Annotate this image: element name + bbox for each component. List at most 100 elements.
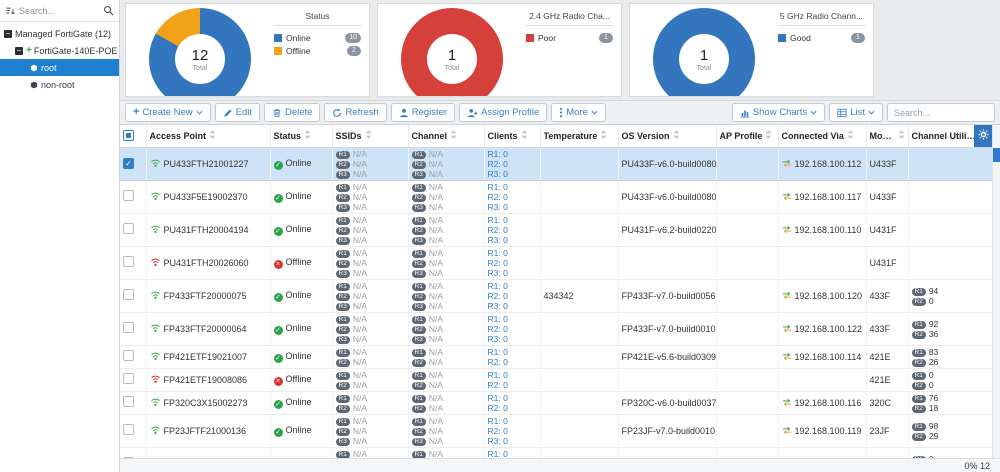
clients-link[interactable]: R2: 0	[488, 258, 508, 268]
row-checkbox[interactable]: ✓	[123, 158, 134, 169]
sidebar-item-root[interactable]: root	[0, 59, 119, 76]
select-all-header[interactable]	[120, 125, 146, 147]
clients-link[interactable]: R2: 0	[488, 192, 508, 202]
assign-profile-button[interactable]: Assign Profile	[459, 103, 547, 122]
ssid-cell: R1N/AR2N/AR3N/A	[332, 213, 408, 246]
delete-button[interactable]: Delete	[264, 103, 320, 122]
sidebar-item-fortigate-140e-poe-12[interactable]: −+FortiGate-140E-POE (12)	[0, 42, 119, 59]
row-checkbox[interactable]	[123, 256, 134, 267]
table-row[interactable]: FP433FTF20000064✓OnlineR1N/AR2N/AR3N/AR1…	[120, 312, 992, 345]
row-checkbox[interactable]	[123, 350, 134, 361]
table-row[interactable]: FP421ETF19008086×OfflineR1N/AR2N/AR1N/AR…	[120, 368, 992, 391]
clients-link[interactable]: R3: 0	[488, 334, 508, 344]
row-checkbox[interactable]	[123, 322, 134, 333]
clients-link[interactable]: R2: 0	[488, 426, 508, 436]
column-header-ssids[interactable]: SSIDs	[332, 125, 408, 147]
create-new-button[interactable]: +Create New	[125, 103, 211, 122]
clients-link[interactable]: R1: 0	[488, 149, 508, 159]
clients-link[interactable]: R2: 0	[488, 291, 508, 301]
table-search-input[interactable]	[887, 103, 995, 122]
clients-link[interactable]: R3: 0	[488, 202, 508, 212]
clients-link[interactable]: R2: 0	[488, 403, 508, 413]
clients-link[interactable]: R1: 0	[488, 393, 508, 403]
clients-link[interactable]: R1: 0	[488, 347, 508, 357]
legend-item-poor[interactable]: Poor1	[526, 31, 613, 44]
column-settings-button[interactable]	[974, 125, 992, 147]
clients-link[interactable]: R3: 0	[488, 169, 508, 179]
row-checkbox[interactable]	[123, 190, 134, 201]
column-header-status[interactable]: Status	[270, 125, 332, 147]
clients-link[interactable]: R3: 0	[488, 301, 508, 311]
clients-link[interactable]: R3: 0	[488, 235, 508, 245]
radio-badge: R2	[412, 428, 426, 436]
column-header-temperature[interactable]: Temperature	[540, 125, 618, 147]
table-row[interactable]: PU431FTH20004194✓OnlineR1N/AR2N/AR3N/AR1…	[120, 213, 992, 246]
column-header-access-point[interactable]: Access Point	[146, 125, 270, 147]
table-scrollbar[interactable]	[992, 125, 1000, 458]
search-icon[interactable]	[103, 5, 114, 16]
connected-via-cell: 192.168.100.111	[778, 447, 866, 458]
clients-link[interactable]: R1: 0	[488, 449, 508, 459]
clients-link[interactable]: R2: 0	[488, 380, 508, 390]
sidebar-item-managed-fortigate-12[interactable]: −Managed FortiGate (12)	[0, 25, 119, 42]
column-header-model[interactable]: Model	[866, 125, 908, 147]
clients-link[interactable]: R1: 0	[488, 182, 508, 192]
clients-link[interactable]: R1: 0	[488, 281, 508, 291]
channel-value: N/A	[429, 393, 443, 403]
table-row[interactable]: ✓PU433FTH21001227✓OnlineR1N/AR2N/AR3N/AR…	[120, 147, 992, 180]
clients-link[interactable]: R2: 0	[488, 324, 508, 334]
edit-icon	[223, 108, 233, 118]
collapse-icon[interactable]: −	[15, 47, 23, 55]
table-row[interactable]: FP433FTF20000075✓OnlineR1N/AR2N/AR3N/AR1…	[120, 279, 992, 312]
table-row[interactable]: FP421ETF19021007✓OnlineR1N/AR2N/AR1N/AR2…	[120, 345, 992, 368]
model-cell: U431F	[866, 213, 908, 246]
sort-icon[interactable]	[5, 6, 15, 16]
legend-item-good[interactable]: Good1	[778, 31, 865, 44]
clients-link[interactable]: R1: 0	[488, 314, 508, 324]
collapse-icon[interactable]: −	[4, 30, 12, 38]
refresh-button[interactable]: Refresh	[324, 103, 386, 122]
row-checkbox[interactable]	[123, 223, 134, 234]
row-checkbox[interactable]	[123, 373, 134, 384]
clients-link[interactable]: R1: 0	[488, 370, 508, 380]
row-checkbox[interactable]	[123, 396, 134, 407]
clients-link[interactable]: R1: 0	[488, 215, 508, 225]
column-header-channel[interactable]: Channel	[408, 125, 484, 147]
table-row[interactable]: PU433F5E19002370✓OnlineR1N/AR2N/AR3N/AR1…	[120, 180, 992, 213]
legend-swatch-icon	[274, 34, 282, 42]
clients-link[interactable]: R3: 0	[488, 268, 508, 278]
list-button[interactable]: List	[829, 103, 883, 122]
more-button[interactable]: More	[551, 103, 606, 122]
table-row[interactable]: FP23JFTF21000136✓OnlineR1N/AR2N/AR3N/AR1…	[120, 414, 992, 447]
select-all-checkbox[interactable]	[123, 130, 134, 141]
edit-button[interactable]: Edit	[215, 103, 260, 122]
table-row[interactable]: FP231ETF20012739✓OnlineR1N/AR2N/AR3N/AR1…	[120, 447, 992, 458]
clients-link[interactable]: R1: 0	[488, 416, 508, 426]
table-scrollbar-thumb[interactable]	[993, 148, 1000, 162]
show-charts-button[interactable]: Show Charts	[732, 103, 825, 122]
clients-link[interactable]: R1: 0	[488, 248, 508, 258]
column-header-clients[interactable]: Clients	[484, 125, 540, 147]
radio-badge: R1	[336, 184, 350, 192]
column-header-os-version[interactable]: OS Version	[618, 125, 716, 147]
register-button[interactable]: Register	[391, 103, 455, 122]
ssid-cell: R1N/AR2N/AR3N/A	[332, 414, 408, 447]
radio-badge: R1	[412, 395, 426, 403]
clients-link[interactable]: R2: 0	[488, 357, 508, 367]
column-header-ap-profile[interactable]: AP Profile	[716, 125, 778, 147]
row-checkbox[interactable]	[123, 289, 134, 300]
row-checkbox[interactable]	[123, 424, 134, 435]
clients-link[interactable]: R2: 0	[488, 159, 508, 169]
row-checkbox[interactable]	[123, 457, 134, 458]
clients-link[interactable]: R2: 0	[488, 225, 508, 235]
legend-item-online[interactable]: Online10	[274, 31, 361, 44]
table-row[interactable]: FP320C3X15002273✓OnlineR1N/AR2N/AR1N/AR2…	[120, 391, 992, 414]
table-row[interactable]: PU431FTH20026060×OfflineR1N/AR2N/AR3N/AR…	[120, 246, 992, 279]
sidebar-item-non-root[interactable]: non-root	[0, 76, 119, 93]
column-header-connected-via[interactable]: Connected Via	[778, 125, 866, 147]
clients-link[interactable]: R3: 0	[488, 436, 508, 446]
legend-item-offline[interactable]: Offline2	[274, 44, 361, 57]
radio-badge: R1	[336, 395, 350, 403]
button-label: Show Charts	[753, 107, 807, 118]
sidebar-search-input[interactable]	[19, 6, 99, 16]
